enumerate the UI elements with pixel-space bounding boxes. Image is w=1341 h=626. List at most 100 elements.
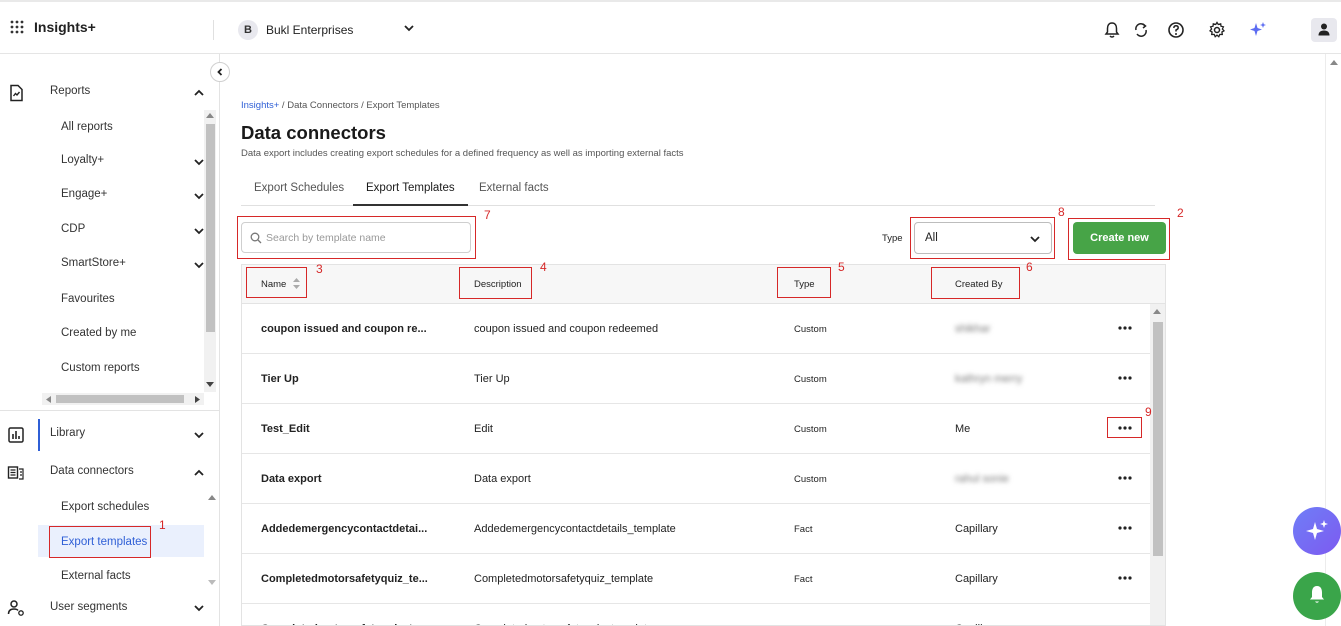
scroll-up-arrow-icon[interactable] xyxy=(1330,59,1338,65)
org-avatar[interactable]: B xyxy=(238,20,258,40)
annotation-number-2: 2 xyxy=(1177,206,1184,220)
template-name[interactable]: Addedemergencycontactdetai... xyxy=(261,523,427,535)
chevron-down-icon[interactable] xyxy=(193,602,205,614)
reports-horizontal-scrollbar[interactable] xyxy=(42,393,204,405)
scroll-down-arrow-icon[interactable] xyxy=(208,580,216,586)
scroll-right-arrow-icon[interactable] xyxy=(195,396,201,403)
data-connectors-scrollbar[interactable] xyxy=(206,490,218,590)
table-row[interactable]: Test_Edit Edit Custom Me xyxy=(242,404,1150,454)
annotation-box-9 xyxy=(1107,417,1142,438)
sidebar-item-smartstore[interactable]: SmartStore+ xyxy=(61,257,126,269)
sidebar-header-data-connectors[interactable]: Data connectors xyxy=(50,465,134,477)
annotation-box-1 xyxy=(49,526,151,558)
table-row[interactable]: Addedemergencycontactdetai... Addedemerge… xyxy=(242,504,1150,554)
scroll-left-arrow-icon[interactable] xyxy=(45,396,51,403)
sidebar-item-custom-reports[interactable]: Custom reports xyxy=(61,362,140,374)
chevron-down-icon[interactable] xyxy=(193,429,205,441)
table-row[interactable]: Completedmotorsafetyquiz_te...Completedm… xyxy=(242,554,1150,604)
library-icon[interactable] xyxy=(7,426,25,444)
annotation-number-9: 9 xyxy=(1145,405,1152,419)
table-row[interactable]: Completedmotorsafetyquiz_te...Completedm… xyxy=(242,604,1150,626)
scroll-up-arrow-icon[interactable] xyxy=(1153,308,1161,314)
org-name[interactable]: Bukl Enterprises xyxy=(266,23,353,37)
chevron-left-icon xyxy=(217,68,223,76)
page-subtitle: Data export includes creating export sch… xyxy=(241,148,684,159)
user-profile-button[interactable] xyxy=(1311,18,1337,42)
sidebar-item-export-schedules[interactable]: Export schedules xyxy=(61,501,149,513)
table-row[interactable]: coupon issued and coupon re... coupon iss… xyxy=(242,304,1150,354)
table-scrollbar[interactable] xyxy=(1150,304,1165,625)
sidebar-item-external-facts[interactable]: External facts xyxy=(61,570,131,582)
tab-bar: Export Schedules Export Templates Extern… xyxy=(241,174,1155,206)
sync-icon[interactable] xyxy=(1132,21,1150,39)
template-name[interactable]: coupon issued and coupon re... xyxy=(261,323,427,335)
scrollbar-thumb[interactable] xyxy=(1153,322,1163,556)
template-type: Custom xyxy=(794,324,827,335)
tab-export-schedules[interactable]: Export Schedules xyxy=(254,182,344,194)
template-created-by: Capillary xyxy=(955,523,998,535)
chevron-down-icon[interactable] xyxy=(403,22,415,34)
template-name[interactable]: Data export xyxy=(261,473,322,485)
bell-icon xyxy=(1310,586,1324,603)
tab-external-facts[interactable]: External facts xyxy=(479,182,549,194)
notifications-fab-button[interactable] xyxy=(1293,572,1341,620)
template-name[interactable]: Tier Up xyxy=(261,373,299,385)
template-type: Custom xyxy=(794,474,827,485)
scrollbar-thumb[interactable] xyxy=(56,395,184,403)
breadcrumb: Insights+ / Data Connectors / Export Tem… xyxy=(241,100,440,111)
ai-sparkle-icon[interactable] xyxy=(1249,21,1267,39)
breadcrumb-root-link[interactable]: Insights+ xyxy=(241,100,279,111)
type-filter-label: Type xyxy=(882,233,903,244)
icon-rail xyxy=(0,54,32,626)
sidebar-item-engage[interactable]: Engage+ xyxy=(61,188,107,200)
template-name[interactable]: Test_Edit xyxy=(261,423,310,435)
more-options-icon[interactable] xyxy=(1116,472,1134,484)
annotation-number-1: 1 xyxy=(159,518,166,532)
more-options-icon[interactable] xyxy=(1116,622,1134,626)
sidebar-item-loyalty[interactable]: Loyalty+ xyxy=(61,154,104,166)
app-title[interactable]: Insights+ xyxy=(34,19,96,35)
user-segments-icon[interactable] xyxy=(7,599,25,617)
chevron-up-icon[interactable] xyxy=(193,467,205,479)
reports-icon[interactable] xyxy=(7,84,25,102)
bell-icon[interactable] xyxy=(1103,21,1121,39)
template-description: Data export xyxy=(474,473,531,485)
sidebar-collapse-button[interactable] xyxy=(210,62,230,82)
tab-export-templates[interactable]: Export Templates xyxy=(366,182,455,194)
sidebar-header-library[interactable]: Library xyxy=(50,427,85,439)
more-options-icon[interactable] xyxy=(1116,372,1134,384)
table-row[interactable]: Data export Data export Custom rahul sonie xyxy=(242,454,1150,504)
template-description: Addedemergencycontactdetails_template xyxy=(474,523,676,535)
ai-assistant-button[interactable] xyxy=(1293,507,1341,555)
more-options-icon[interactable] xyxy=(1116,572,1134,584)
apps-grid-icon[interactable] xyxy=(10,20,24,34)
annotation-box-5 xyxy=(777,267,831,298)
reports-scrollbar[interactable] xyxy=(204,110,216,392)
annotation-number-7: 7 xyxy=(484,208,491,222)
sidebar-item-all-reports[interactable]: All reports xyxy=(61,121,113,133)
scrollbar-thumb[interactable] xyxy=(206,124,215,332)
sidebar-item-created-by-me[interactable]: Created by me xyxy=(61,327,136,339)
annotation-box-8 xyxy=(910,217,1055,259)
scroll-down-arrow-icon[interactable] xyxy=(206,382,214,388)
settings-gear-icon[interactable] xyxy=(1208,21,1226,39)
more-options-icon[interactable] xyxy=(1116,522,1134,534)
template-type: Fact xyxy=(794,574,813,585)
sidebar-item-cdp[interactable]: CDP xyxy=(61,223,85,235)
ai-sparkle-icon xyxy=(1306,520,1328,540)
sidebar-header-reports[interactable]: Reports xyxy=(50,85,90,97)
scroll-up-arrow-icon[interactable] xyxy=(206,112,214,118)
more-options-icon[interactable] xyxy=(1116,322,1134,334)
template-name[interactable]: Completedmotorsafetyquiz_te... xyxy=(261,573,428,585)
annotation-number-6: 6 xyxy=(1026,260,1033,274)
annotation-number-3: 3 xyxy=(316,262,323,276)
sidebar-item-favourites[interactable]: Favourites xyxy=(61,293,115,305)
template-created-by: Capillary xyxy=(955,573,998,585)
help-icon[interactable] xyxy=(1167,21,1185,39)
scroll-up-arrow-icon[interactable] xyxy=(208,494,216,500)
sidebar-header-user-segments[interactable]: User segments xyxy=(50,601,127,613)
data-connectors-icon[interactable] xyxy=(7,464,25,482)
chevron-up-icon[interactable] xyxy=(193,87,205,99)
table-row[interactable]: Tier Up Tier Up Custom kathryn merry xyxy=(242,354,1150,404)
user-icon xyxy=(1318,23,1330,36)
